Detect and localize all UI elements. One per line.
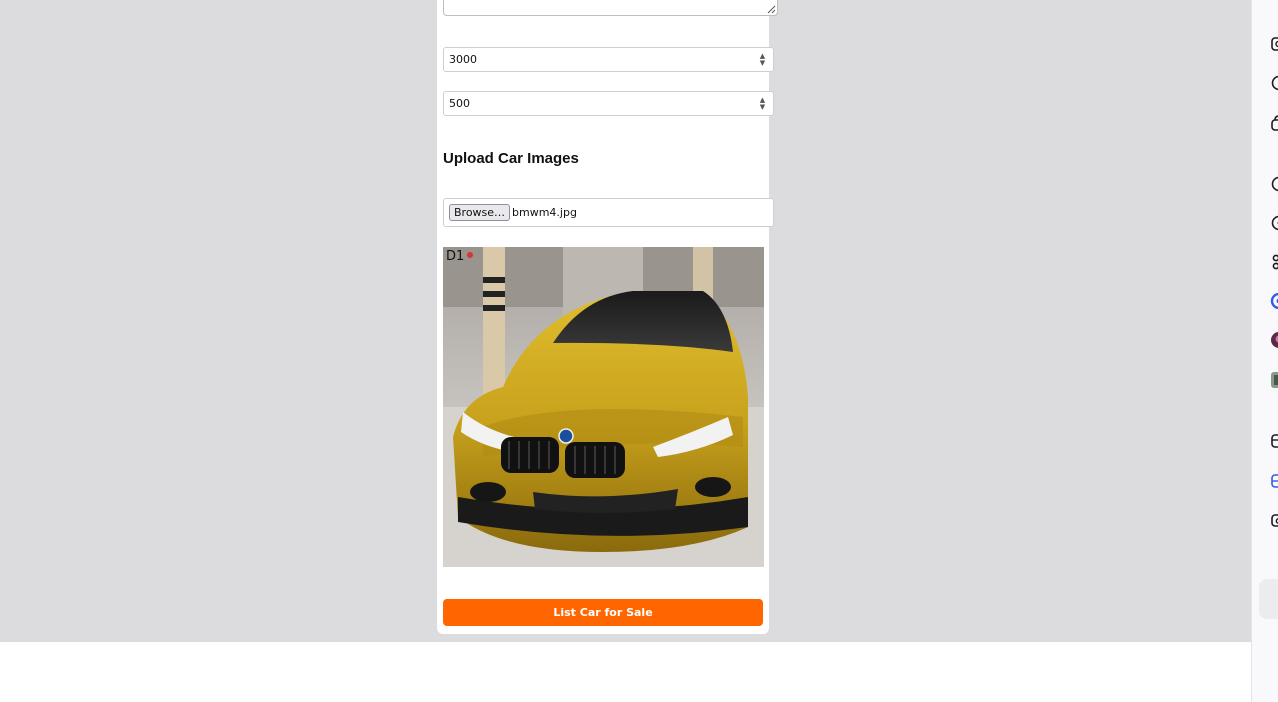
price-spinner[interactable]: ▲ ▼ xyxy=(756,51,769,68)
container-icon[interactable] xyxy=(1270,432,1278,450)
spinner-down-icon[interactable]: ▼ xyxy=(760,59,765,67)
upload-heading: Upload Car Images xyxy=(443,150,579,167)
price-value: 3000 xyxy=(449,53,477,66)
price-input[interactable]: 3000 ▲ ▼ xyxy=(443,47,774,72)
mileage-spinner[interactable]: ▲ ▼ xyxy=(756,95,769,112)
help-icon[interactable] xyxy=(1270,214,1278,232)
spinner-down-icon[interactable]: ▼ xyxy=(760,103,765,111)
clock-icon[interactable] xyxy=(1270,175,1278,193)
profile-avatar-icon[interactable] xyxy=(1270,371,1278,389)
list-car-button[interactable]: List Car for Sale xyxy=(443,599,763,626)
browse-button[interactable]: Browse… xyxy=(449,204,511,221)
folder-icon[interactable] xyxy=(1270,511,1278,529)
selected-file-name: bmwm4.jpg xyxy=(512,206,577,219)
resize-grip-icon[interactable] xyxy=(767,5,776,14)
extension-app-icon[interactable] xyxy=(1270,292,1278,310)
page-viewport: 3000 ▲ ▼ 500 ▲ ▼ Upload Car Images Brows… xyxy=(0,0,1251,642)
screenshot-icon[interactable] xyxy=(1270,35,1278,53)
mileage-input[interactable]: 500 ▲ ▼ xyxy=(443,91,774,116)
car-image-preview: D1 xyxy=(443,247,764,567)
car-photo-icon: D1 xyxy=(443,247,764,567)
shopping-bag-icon[interactable] xyxy=(1270,114,1278,132)
container-active-icon[interactable] xyxy=(1270,472,1278,490)
profile-avatar-icon[interactable] xyxy=(1270,331,1278,349)
listing-form: 3000 ▲ ▼ 500 ▲ ▼ Upload Car Images Brows… xyxy=(437,0,778,634)
mileage-value: 500 xyxy=(449,97,470,110)
browser-sidebar xyxy=(1251,0,1278,702)
image-file-input[interactable]: Browse… bmwm4.jpg xyxy=(443,198,774,227)
people-icon[interactable] xyxy=(1270,253,1278,271)
chat-bubble-icon[interactable] xyxy=(1270,74,1278,92)
description-textarea[interactable] xyxy=(443,0,778,16)
sidebar-selected-slot[interactable] xyxy=(1259,579,1278,619)
preview-badge: D1 xyxy=(446,249,464,264)
